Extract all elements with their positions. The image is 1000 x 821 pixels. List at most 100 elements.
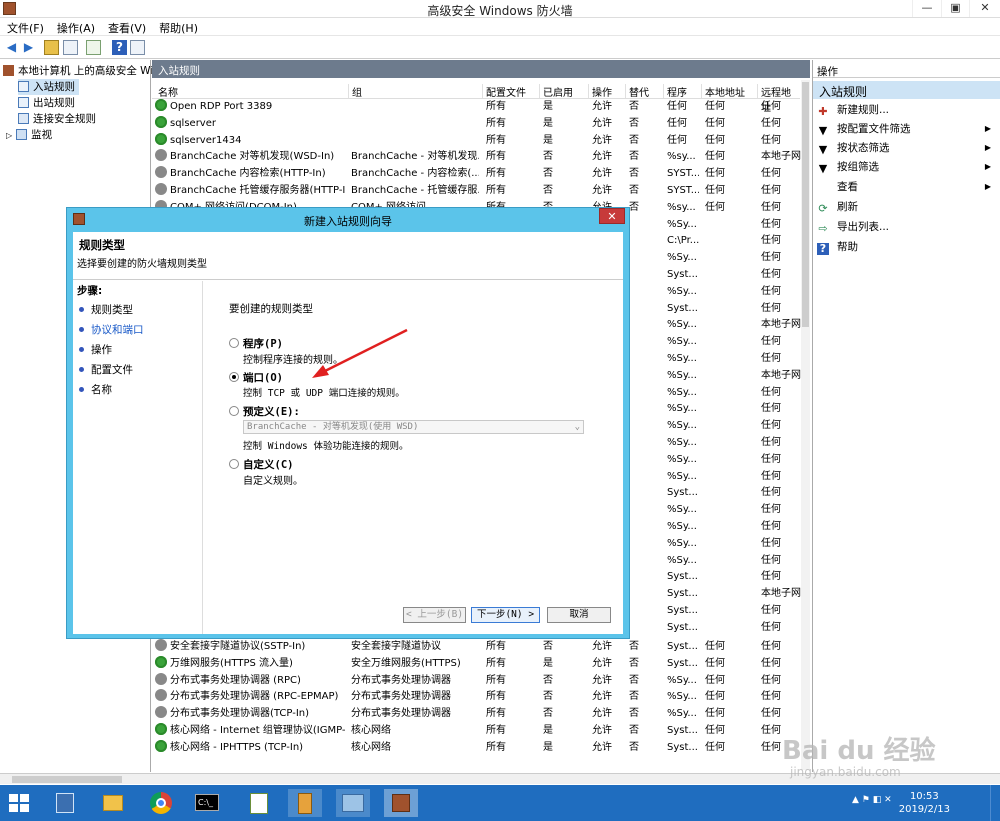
tray-icons[interactable]: ▲ ⚑ ◧ ✕ — [852, 795, 892, 805]
table-row[interactable]: sqlserver 所有 是 允许 否 任何 任何 任何 — [152, 115, 800, 132]
expand-arrow-icon[interactable]: ▷ — [6, 131, 12, 140]
disabled-rule-icon — [155, 166, 167, 179]
table-row[interactable]: Open RDP Port 3389 所有 是 允许 否 任何 任何 任何 — [152, 98, 800, 115]
cell-remote: 任何 — [761, 657, 781, 669]
predefined-select[interactable]: BranchCache - 对等机发现(使用 WSD) ⌄ — [243, 420, 584, 434]
col-group[interactable]: 组 — [348, 84, 362, 99]
option-predefined-label[interactable]: 预定义(E): — [243, 404, 300, 419]
action-new-rule[interactable]: ✚ 新建规则... — [817, 101, 997, 119]
clock[interactable]: 10:53 2019/2/13 — [899, 790, 950, 816]
col-profile[interactable]: 配置文件 — [482, 84, 526, 99]
cmd-taskbar[interactable]: C:\_ — [190, 789, 224, 817]
col-action[interactable]: 操作 — [588, 84, 612, 99]
col-program[interactable]: 程序 — [663, 84, 687, 99]
tree-item-outbound[interactable]: 出站规则 — [18, 95, 75, 111]
cell-program: Syst... — [667, 657, 698, 669]
tree-item-inbound[interactable]: 入站规则 — [18, 79, 79, 95]
tree-root[interactable]: 本地计算机 上的高级安全 Win — [3, 63, 160, 79]
close-button[interactable]: ✕ — [969, 0, 1000, 17]
back-button[interactable]: < 上一步(B) — [403, 607, 466, 623]
option-custom-label[interactable]: 自定义(C) — [243, 457, 293, 472]
export-list-icon[interactable] — [86, 40, 101, 55]
dialog-close-button[interactable]: ✕ — [599, 208, 625, 224]
scrollbar-thumb[interactable] — [802, 82, 809, 327]
disabled-rule-icon — [155, 149, 167, 162]
col-enabled[interactable]: 已启用 — [539, 84, 573, 99]
action-view[interactable]: 查看 ▶ — [817, 178, 997, 196]
cell-remote: 任何 — [761, 504, 781, 516]
action-refresh[interactable]: ⟳ 刷新 — [817, 198, 997, 216]
cell-remote: 任何 — [761, 641, 781, 652]
table-row[interactable]: BranchCache 托管缓存服务器(HTTP-In) BranchCache … — [152, 182, 800, 199]
notepad-taskbar[interactable] — [242, 789, 276, 817]
app-taskbar-6[interactable] — [288, 789, 322, 817]
action-filter-group[interactable]: ▼ 按组筛选 ▶ — [817, 158, 997, 176]
table-row[interactable]: BranchCache 对等机发现(WSD-In) BranchCache - 对… — [152, 148, 801, 165]
firewall-taskbar[interactable] — [384, 789, 418, 817]
menu-action[interactable]: 操作(A) — [50, 19, 101, 36]
radio-custom[interactable] — [229, 459, 239, 469]
maximize-button[interactable]: ▣ — [941, 0, 969, 17]
cell-group: BranchCache - 托管缓存服... — [351, 185, 479, 196]
cell-remote: 任何 — [761, 134, 781, 146]
menu-file[interactable]: 文件(F) — [0, 19, 50, 36]
cell-local: 任何 — [705, 657, 725, 669]
actions-section-inbound[interactable]: 入站规则 — [813, 81, 1000, 99]
cell-name: sqlserver — [155, 115, 345, 132]
table-row[interactable]: BranchCache 内容检索(HTTP-In) BranchCache - 内… — [152, 165, 800, 182]
chrome-taskbar[interactable] — [143, 789, 177, 817]
table-row[interactable]: 分布式事务处理协调器 (RPC-EPMAP) 分布式事务处理协调器 所有 否 允许 否 %S… — [152, 688, 800, 705]
col-name[interactable]: 名称 — [155, 84, 178, 99]
tree-item-monitor[interactable]: ▷ 监视 — [6, 127, 52, 143]
table-row[interactable]: 核心网络 - IPHTTPS (TCP-In) 核心网络 所有 是 允许 否 Syst...… — [152, 739, 800, 756]
cell-name: 分布式事务处理协调器 (RPC) — [155, 672, 345, 689]
tree-item-connection-security[interactable]: 连接安全规则 — [18, 111, 96, 127]
up-folder-icon[interactable] — [44, 40, 59, 55]
cell-override: 否 — [629, 725, 639, 736]
cell-profile: 所有 — [486, 134, 506, 146]
action-export-list[interactable]: ⇨ 导出列表... — [817, 218, 997, 236]
radio-port[interactable] — [229, 372, 239, 382]
radio-program[interactable] — [229, 338, 239, 348]
table-row[interactable]: 分布式事务处理协调器 (RPC) 分布式事务处理协调器 所有 否 允许 否 %Sy... 任何… — [152, 672, 800, 689]
cell-remote: 任何 — [761, 269, 781, 280]
col-local[interactable]: 本地地址 — [701, 84, 745, 99]
vertical-scrollbar[interactable] — [801, 80, 810, 770]
show-tree-icon[interactable] — [63, 40, 78, 55]
explorer-taskbar[interactable] — [96, 789, 130, 817]
server-manager-taskbar[interactable] — [48, 789, 82, 817]
menu-view[interactable]: 查看(V) — [101, 19, 152, 36]
cell-profile: 所有 — [486, 657, 506, 669]
menu-help[interactable]: 帮助(H) — [152, 19, 204, 36]
table-row[interactable]: 分布式事务处理协调器(TCP-In) 分布式事务处理协调器 所有 否 允许 否 %Sy...… — [152, 705, 800, 722]
forward-arrow-icon[interactable]: ▶ — [21, 40, 36, 55]
col-override[interactable]: 替代 — [625, 84, 649, 99]
table-row[interactable]: 核心网络 - Internet 组管理协议(IGMP-In) 核心网络 所有 是 允许 否… — [152, 722, 800, 739]
table-row[interactable]: sqlserver1434 所有 是 允许 否 任何 任何 任何 — [152, 132, 800, 149]
minimize-button[interactable]: — — [912, 0, 941, 17]
show-action-pane-icon[interactable] — [130, 40, 145, 55]
step-protocol-port[interactable]: 协议和端口 — [79, 322, 144, 338]
option-program-label[interactable]: 程序(P) — [243, 336, 283, 351]
enabled-check-icon — [155, 723, 167, 735]
start-button[interactable] — [4, 789, 38, 817]
cancel-button[interactable]: 取消 — [547, 607, 611, 623]
back-arrow-icon[interactable]: ◀ — [4, 40, 19, 55]
dialog-title: 新建入站规则向导 — [304, 215, 392, 228]
next-button[interactable]: 下一步(N) > — [471, 607, 540, 623]
col-remote[interactable]: 远程地址 — [757, 84, 800, 114]
table-row[interactable]: 万维网服务(HTTPS 流入量) 安全万维网服务(HTTPS) 所有 是 允许 否 Syst… — [152, 655, 800, 672]
radio-predefined[interactable] — [229, 406, 239, 416]
submenu-arrow-icon: ▶ — [984, 124, 991, 133]
table-row[interactable]: 安全套接字隧道协议(SSTP-In) 安全套接字隧道协议 所有 否 允许 否 Syst...… — [152, 638, 800, 655]
cell-local: 任何 — [705, 101, 725, 112]
action-filter-profile[interactable]: ▼ 按配置文件筛选 ▶ — [817, 120, 997, 138]
option-port-label[interactable]: 端口(O) — [243, 370, 283, 385]
scrollbar-thumb[interactable] — [12, 776, 122, 783]
show-desktop-button[interactable] — [990, 785, 1000, 821]
action-help[interactable]: ? 帮助 — [817, 238, 997, 256]
help-icon[interactable]: ? — [112, 40, 127, 55]
app-taskbar-7[interactable] — [336, 789, 370, 817]
action-filter-state[interactable]: ▼ 按状态筛选 ▶ — [817, 139, 997, 157]
cell-local: 任何 — [705, 151, 725, 163]
